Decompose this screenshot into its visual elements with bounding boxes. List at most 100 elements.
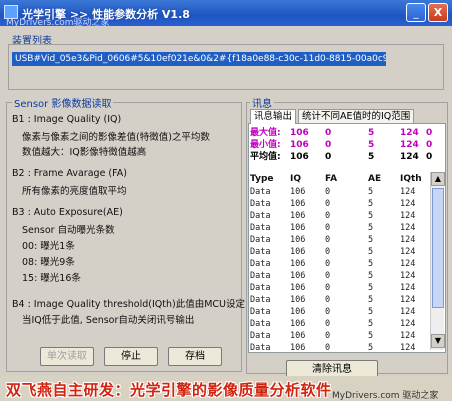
- log-cell-type: Data: [250, 223, 271, 233]
- log-cell-fa: 0: [325, 331, 331, 341]
- log-row: Data 106 0 5 124: [250, 318, 430, 330]
- minimize-button[interactable]: _: [406, 3, 426, 22]
- log-cell-fa: 0: [325, 283, 331, 293]
- log-cell-fa: 0: [325, 295, 331, 305]
- log-cell-iqth: 124: [400, 247, 416, 257]
- log-row: Data 106 0 5 124: [250, 270, 430, 282]
- log-cell-fa: 0: [325, 199, 331, 209]
- scroll-thumb[interactable]: [432, 188, 444, 308]
- log-cell-fa: 0: [325, 211, 331, 221]
- log-cell-ae: 5: [368, 343, 374, 353]
- log-cell-type: Data: [250, 331, 271, 341]
- sensor-line-b3: B3 : Auto Exposure(AE): [12, 207, 123, 218]
- sensor-line-b3-08: 08: 曝光9条: [22, 257, 75, 268]
- log-cell-iqth: 124: [400, 271, 416, 281]
- watermark-text: MyDrivers.com驱动之家: [6, 18, 110, 28]
- log-cell-iqth: 124: [400, 295, 416, 305]
- stat-extra: 0: [426, 140, 433, 150]
- log-cell-ae: 5: [368, 271, 374, 281]
- log-cell-iqth: 124: [400, 343, 416, 353]
- column-header-ae: AE: [368, 174, 382, 184]
- log-cell-iq: 106: [290, 211, 306, 221]
- sensor-line-b3-00: 00: 曝光1条: [22, 241, 75, 252]
- log-row: Data 106 0 5 124: [250, 234, 430, 246]
- stat-ae: 5: [368, 128, 375, 138]
- scroll-up-arrow-icon[interactable]: ▲: [431, 172, 445, 186]
- column-header-type: Type: [250, 174, 274, 184]
- log-cell-iq: 106: [290, 199, 306, 209]
- log-cell-ae: 5: [368, 283, 374, 293]
- sensor-line-b4-desc: 当IQ低于此值, Sensor自动关闭讯号输出: [22, 315, 195, 326]
- log-row: Data 106 0 5 124: [250, 186, 430, 198]
- log-row: Data 106 0 5 124: [250, 246, 430, 258]
- log-cell-iq: 106: [290, 235, 306, 245]
- log-cell-type: Data: [250, 211, 271, 221]
- log-cell-type: Data: [250, 259, 271, 269]
- stat-iqth: 124: [400, 152, 419, 162]
- log-cell-fa: 0: [325, 259, 331, 269]
- single-read-button[interactable]: 单次读取: [40, 347, 94, 366]
- sensor-line-b2-desc: 所有像素的亮度值取平均: [22, 186, 127, 197]
- stat-iq: 106: [290, 128, 309, 138]
- info-group-label: 讯息: [250, 95, 274, 110]
- log-row: Data 106 0 5 124: [250, 294, 430, 306]
- log-cell-iq: 106: [290, 259, 306, 269]
- log-cell-type: Data: [250, 271, 271, 281]
- stat-label: 平均值:: [250, 152, 281, 162]
- log-cell-ae: 5: [368, 307, 374, 317]
- stat-fa: 0: [325, 128, 332, 138]
- log-cell-ae: 5: [368, 319, 374, 329]
- stat-label: 最大值:: [250, 128, 281, 138]
- title-bar: 光学引擎 >> 性能参数分析 V1.8 MyDrivers.com驱动之家 _ …: [0, 0, 452, 28]
- log-cell-iqth: 124: [400, 259, 416, 269]
- log-cell-fa: 0: [325, 235, 331, 245]
- stat-iqth: 124: [400, 128, 419, 138]
- sensor-line-b1-note: 数值越大：IQ影像特徵值越高: [22, 147, 147, 158]
- tab-message-output[interactable]: 讯息输出: [250, 109, 297, 124]
- stat-ae: 5: [368, 140, 375, 150]
- caption-text: 双飞燕自主研发：光学引擎的影像质量分析软件: [6, 381, 332, 399]
- column-header-iq: IQ: [290, 174, 301, 184]
- log-cell-type: Data: [250, 307, 271, 317]
- tab-iq-range-stats[interactable]: 统计不同AE值时的IQ范围: [298, 109, 415, 123]
- log-row: Data 106 0 5 124: [250, 282, 430, 294]
- stat-row-max: 最大值: 106 0 5 124 0: [250, 127, 432, 139]
- log-cell-type: Data: [250, 295, 271, 305]
- log-scrollbar[interactable]: ▲ ▼: [430, 172, 445, 350]
- sensor-line-b3-15: 15: 曝光16条: [22, 273, 81, 284]
- log-row: Data 106 0 5 124: [250, 222, 430, 234]
- save-button[interactable]: 存档: [168, 347, 222, 366]
- log-cell-type: Data: [250, 235, 271, 245]
- stat-label: 最小值:: [250, 140, 281, 150]
- stat-extra: 0: [426, 152, 433, 162]
- scroll-down-arrow-icon[interactable]: ▼: [431, 334, 445, 348]
- close-button[interactable]: X: [428, 3, 448, 22]
- log-cell-iq: 106: [290, 307, 306, 317]
- log-row: Data 106 0 5 124: [250, 258, 430, 270]
- log-cell-iq: 106: [290, 247, 306, 257]
- log-column-headers: Type IQ FA AE IQth: [250, 173, 430, 185]
- stat-iq: 106: [290, 140, 309, 150]
- log-cell-ae: 5: [368, 211, 374, 221]
- sensor-line-b1: B1 : Image Quality (IQ): [12, 114, 122, 125]
- column-header-iqth: IQth: [400, 174, 422, 184]
- sensor-line-b2: B2 : Frame Avarage (FA): [12, 168, 127, 179]
- log-cell-type: Data: [250, 199, 271, 209]
- device-list-item-selected[interactable]: USB#Vid_05e3&Pid_0606#5&10ef021e&0&2#{f1…: [12, 52, 386, 66]
- stop-button[interactable]: 停止: [104, 347, 158, 366]
- stat-ae: 5: [368, 152, 375, 162]
- log-cell-ae: 5: [368, 199, 374, 209]
- log-cell-iqth: 124: [400, 211, 416, 221]
- log-row: Data 106 0 5 124: [250, 306, 430, 318]
- stat-fa: 0: [325, 140, 332, 150]
- log-cell-iqth: 124: [400, 331, 416, 341]
- sensor-line-b4: B4 : Image Quality threshold(IQth)此值由MCU…: [12, 299, 246, 310]
- stat-iq: 106: [290, 152, 309, 162]
- log-row: Data 106 0 5 124: [250, 210, 430, 222]
- log-cell-iqth: 124: [400, 283, 416, 293]
- log-cell-type: Data: [250, 283, 271, 293]
- log-cell-type: Data: [250, 187, 271, 197]
- log-cell-iq: 106: [290, 331, 306, 341]
- log-row: Data 106 0 5 124: [250, 342, 430, 354]
- stat-row-min: 最小值: 106 0 5 124 0: [250, 139, 433, 151]
